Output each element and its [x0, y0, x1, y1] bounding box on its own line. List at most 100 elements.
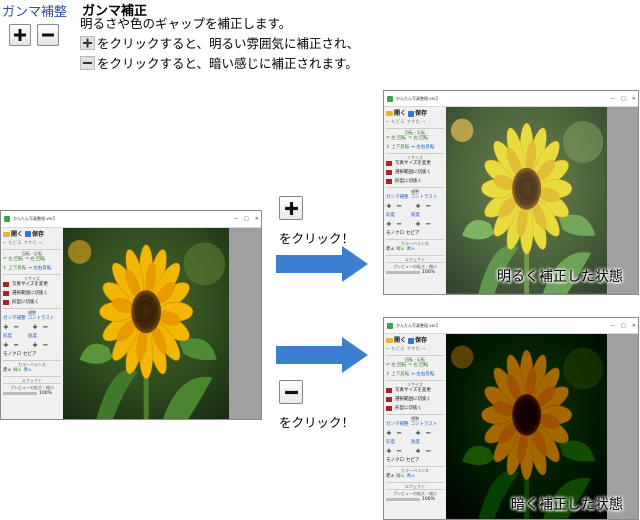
- crop-button[interactable]: 選択範囲に切抜く: [3, 289, 61, 298]
- step-plus-button[interactable]: [279, 196, 303, 220]
- gamma-plus-mini[interactable]: + −: [386, 430, 403, 437]
- step-minus-button[interactable]: [279, 380, 303, 404]
- forward-button[interactable]: すすむ →: [407, 346, 426, 353]
- app-window-dark: かんたん写真整理.ver2 — □ ✕ 開く 保存 ← もどる すすむ → 回転…: [383, 317, 639, 520]
- sharpness-plus-mini[interactable]: + −: [415, 448, 432, 455]
- rotate-right-button[interactable]: ↷ 右 回転: [408, 362, 428, 369]
- maximize-icon[interactable]: □: [621, 96, 626, 102]
- close-icon[interactable]: ✕: [632, 323, 636, 329]
- resize-button[interactable]: 写真サイズを変更: [386, 386, 444, 395]
- gamma-plus-button[interactable]: [9, 24, 31, 46]
- contrast-plus-mini[interactable]: + −: [32, 323, 49, 331]
- gamma-plus-mini[interactable]: + −: [3, 323, 20, 331]
- blue-adjust[interactable]: 青±: [407, 246, 415, 253]
- forward-button[interactable]: すすむ →: [407, 119, 426, 126]
- rotate-right-button[interactable]: ↷ 右 回転: [25, 256, 45, 263]
- window-body: 開く 保存 ← もどる すすむ → 回転・反転 ↶ 左 回転 ↷ 右 回転 ↕ …: [1, 227, 261, 419]
- resize-button[interactable]: 写真サイズを変更: [3, 280, 61, 289]
- sunflower-photo: [63, 227, 230, 419]
- resize-button[interactable]: 写真サイズを変更: [386, 159, 444, 168]
- contrast-plus-mini[interactable]: + −: [415, 203, 432, 210]
- gamma-minus-button[interactable]: [37, 24, 59, 46]
- blue-adjust[interactable]: 青±: [407, 473, 415, 480]
- flip-horizontal-button[interactable]: ↔ 左右反転: [411, 144, 434, 151]
- flip-horizontal-button[interactable]: ↔ 左右反転: [28, 265, 51, 272]
- effect-button[interactable]: エフェクト: [386, 255, 444, 262]
- sharpness-plus-mini[interactable]: + −: [415, 221, 432, 228]
- rotate-left-button[interactable]: ↶ 左 回転: [386, 362, 406, 369]
- minimize-icon[interactable]: —: [610, 96, 615, 102]
- close-icon[interactable]: ✕: [632, 96, 636, 102]
- contrast-label: コントラスト: [410, 195, 438, 201]
- gamma-plus-mini[interactable]: + −: [386, 203, 403, 210]
- arrow-to-dark: [276, 337, 368, 373]
- back-button[interactable]: ← もどる: [386, 346, 405, 353]
- sharpness-plus-mini[interactable]: + −: [32, 341, 49, 349]
- green-adjust[interactable]: 緑±: [13, 367, 21, 374]
- zoom-slider[interactable]: [386, 271, 420, 275]
- crop-button[interactable]: 選択範囲に切抜く: [386, 168, 444, 177]
- zoom-slider[interactable]: [386, 498, 420, 502]
- flip-vertical-button[interactable]: ↕ 上下反転: [3, 265, 26, 272]
- flip-horizontal-button[interactable]: ↔ 左右反転: [411, 371, 434, 378]
- zoom-slider[interactable]: [3, 391, 37, 395]
- green-adjust[interactable]: 緑±: [396, 473, 404, 480]
- sepia-button[interactable]: セピア: [406, 230, 420, 237]
- shape-crop-button[interactable]: 形型に切抜く: [386, 177, 444, 186]
- blue-adjust[interactable]: 青±: [24, 367, 32, 374]
- red-adjust[interactable]: 赤±: [3, 367, 11, 374]
- effect-button[interactable]: エフェクト: [3, 375, 61, 383]
- back-button[interactable]: ← もどる: [3, 240, 22, 247]
- saturation-plus-mini[interactable]: + −: [386, 448, 403, 455]
- shape-crop-button[interactable]: 形型に切抜く: [3, 298, 61, 307]
- save-button[interactable]: 保存: [408, 337, 427, 344]
- shape-crop-button[interactable]: 形型に切抜く: [386, 404, 444, 413]
- saturation-plus-mini[interactable]: + −: [3, 341, 20, 349]
- rotate-left-button[interactable]: ↶ 左 回転: [386, 135, 406, 142]
- mono-button[interactable]: モノクロ: [386, 230, 404, 237]
- red-adjust[interactable]: 赤±: [386, 473, 394, 480]
- rotate-left-button[interactable]: ↶ 左 回転: [3, 256, 23, 263]
- minimize-icon[interactable]: —: [233, 216, 238, 222]
- app-icon: [387, 95, 393, 102]
- sepia-button[interactable]: セピア: [406, 457, 420, 464]
- flip-vertical-button[interactable]: ↕ 上下反転: [386, 144, 409, 151]
- sharpness-label: 鋭度: [411, 213, 420, 219]
- mono-button[interactable]: モノクロ: [3, 351, 21, 358]
- shape-icon: [386, 406, 392, 412]
- back-button[interactable]: ← もどる: [386, 119, 405, 126]
- sepia-button[interactable]: セピア: [23, 351, 37, 358]
- red-adjust[interactable]: 赤±: [386, 246, 394, 253]
- save-button[interactable]: 保存: [25, 231, 44, 238]
- step-plus-label: をクリック！: [279, 231, 355, 246]
- folder-icon: [386, 111, 393, 117]
- window-titlebar: かんたん写真整理.ver2 — □ ✕: [384, 318, 638, 335]
- saturation-plus-mini[interactable]: + −: [386, 221, 403, 228]
- folder-icon: [386, 338, 393, 344]
- folder-icon: [3, 231, 10, 237]
- zoom-value: 100%: [39, 390, 52, 396]
- mono-button[interactable]: モノクロ: [386, 457, 404, 464]
- open-button[interactable]: 開く: [386, 110, 406, 117]
- rotate-right-button[interactable]: ↷ 右 回転: [408, 135, 428, 142]
- crop-button[interactable]: 選択範囲に切抜く: [386, 395, 444, 404]
- minimize-icon[interactable]: —: [610, 323, 615, 329]
- window-title: かんたん写真整理.ver2: [13, 215, 56, 221]
- saturation-label: 彩度: [386, 440, 395, 446]
- crop-icon: [386, 170, 392, 176]
- close-icon[interactable]: ✕: [255, 216, 259, 222]
- green-adjust[interactable]: 緑±: [396, 246, 404, 253]
- maximize-icon[interactable]: □: [621, 323, 626, 329]
- minus-icon: [80, 56, 95, 70]
- save-button[interactable]: 保存: [408, 110, 427, 117]
- open-button[interactable]: 開く: [3, 231, 23, 238]
- open-button[interactable]: 開く: [386, 337, 406, 344]
- forward-button[interactable]: すすむ →: [24, 240, 43, 247]
- flip-vertical-button[interactable]: ↕ 上下反転: [386, 371, 409, 378]
- window-controls: — □ ✕: [233, 211, 259, 227]
- maximize-icon[interactable]: □: [244, 216, 249, 222]
- effect-button[interactable]: エフェクト: [386, 482, 444, 489]
- shape-icon: [386, 179, 392, 185]
- crop-icon: [3, 290, 9, 296]
- contrast-plus-mini[interactable]: + −: [415, 430, 432, 437]
